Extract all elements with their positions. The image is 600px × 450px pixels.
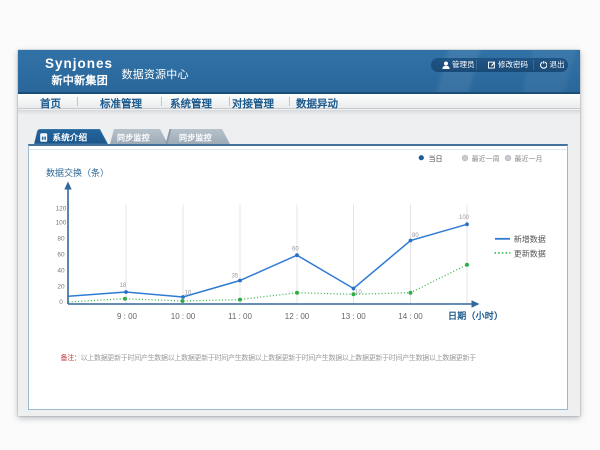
svg-text:10: 10: [355, 290, 362, 296]
svg-text:10: 10: [185, 291, 192, 297]
svg-text:13 : 00: 13 : 00: [341, 312, 366, 321]
svg-text:14 : 00: 14 : 00: [398, 312, 423, 321]
svg-text:80: 80: [57, 236, 65, 243]
svg-text:18: 18: [120, 283, 127, 289]
svg-text:60: 60: [57, 252, 65, 259]
svg-text:最近一周: 最近一周: [472, 154, 500, 163]
svg-text:系统介绍: 系统介绍: [53, 133, 88, 143]
svg-text:35: 35: [232, 274, 239, 280]
svg-text:9 : 00: 9 : 00: [117, 312, 138, 321]
svg-text:10 : 00: 10 : 00: [171, 312, 196, 321]
svg-text:0: 0: [59, 299, 63, 306]
svg-text:100: 100: [459, 215, 470, 221]
svg-text:100: 100: [56, 220, 67, 227]
svg-text:日期（小时）: 日期（小时）: [448, 310, 503, 321]
svg-text:12 : 00: 12 : 00: [285, 312, 310, 321]
svg-text:更新数据: 更新数据: [514, 248, 546, 258]
svg-text:60: 60: [292, 246, 299, 252]
svg-text:数据交换（条）: 数据交换（条）: [46, 167, 109, 178]
svg-text:最近一月: 最近一月: [515, 154, 543, 163]
svg-text:120: 120: [56, 206, 67, 213]
svg-text:新增数据: 新增数据: [514, 234, 546, 244]
svg-text:同步监控: 同步监控: [117, 133, 150, 143]
svg-text:40: 40: [57, 268, 65, 275]
svg-text:当日: 当日: [429, 154, 443, 163]
svg-text:同步监控: 同步监控: [179, 133, 212, 143]
svg-text:20: 20: [57, 284, 65, 291]
svg-text:80: 80: [412, 233, 419, 239]
svg-text:11 : 00: 11 : 00: [228, 312, 252, 321]
